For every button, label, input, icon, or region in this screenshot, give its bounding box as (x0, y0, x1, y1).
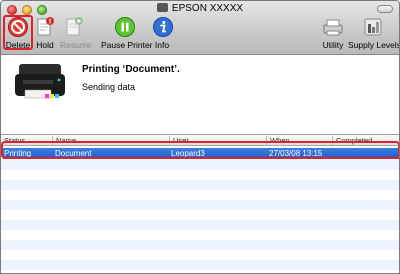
hold-icon (37, 17, 54, 36)
print-queue-window: EPSON XXXXX Delete Hold Resume Pause Pri… (0, 0, 400, 274)
hold-label: Hold (36, 40, 54, 50)
utility-icon (323, 19, 343, 36)
printer-icon (15, 64, 65, 99)
supply-levels-label: Supply Levels (348, 40, 400, 50)
selected-row-highlight-outline (1, 141, 399, 159)
utility-label: Utility (322, 40, 344, 50)
utility-button[interactable]: Utility (320, 16, 346, 50)
toolbar-toggle-button[interactable] (377, 5, 393, 13)
info-label: Info (154, 40, 170, 50)
pause-printer-button[interactable]: Pause Printer (101, 16, 153, 50)
table-body: Printing Document Leopard3 27/03/08 13:1… (1, 146, 399, 273)
printer-small-icon (156, 3, 168, 12)
job-title: Printing ‘Document’. (82, 64, 180, 75)
delete-highlight-outline (3, 15, 33, 50)
job-info-area: Printing ‘Document’. Sending data (1, 56, 399, 134)
pause-icon (115, 17, 135, 37)
supply-levels-button[interactable]: Supply Levels (348, 16, 400, 50)
job-status: Sending data (82, 82, 136, 92)
resume-icon (66, 17, 83, 36)
hold-button[interactable]: Hold (34, 16, 56, 50)
window-title: EPSON XXXXX (1, 3, 399, 14)
supply-levels-icon (364, 18, 382, 36)
window-title-text: EPSON XXXXX (171, 3, 244, 14)
info-button[interactable]: Info (152, 16, 173, 50)
title-bar: EPSON XXXXX Delete Hold Resume Pause Pri… (1, 1, 399, 55)
info-icon (153, 17, 173, 37)
resume-button[interactable]: Resume (60, 16, 92, 50)
resume-label: Resume (60, 40, 92, 50)
pause-printer-label: Pause Printer (101, 40, 153, 50)
